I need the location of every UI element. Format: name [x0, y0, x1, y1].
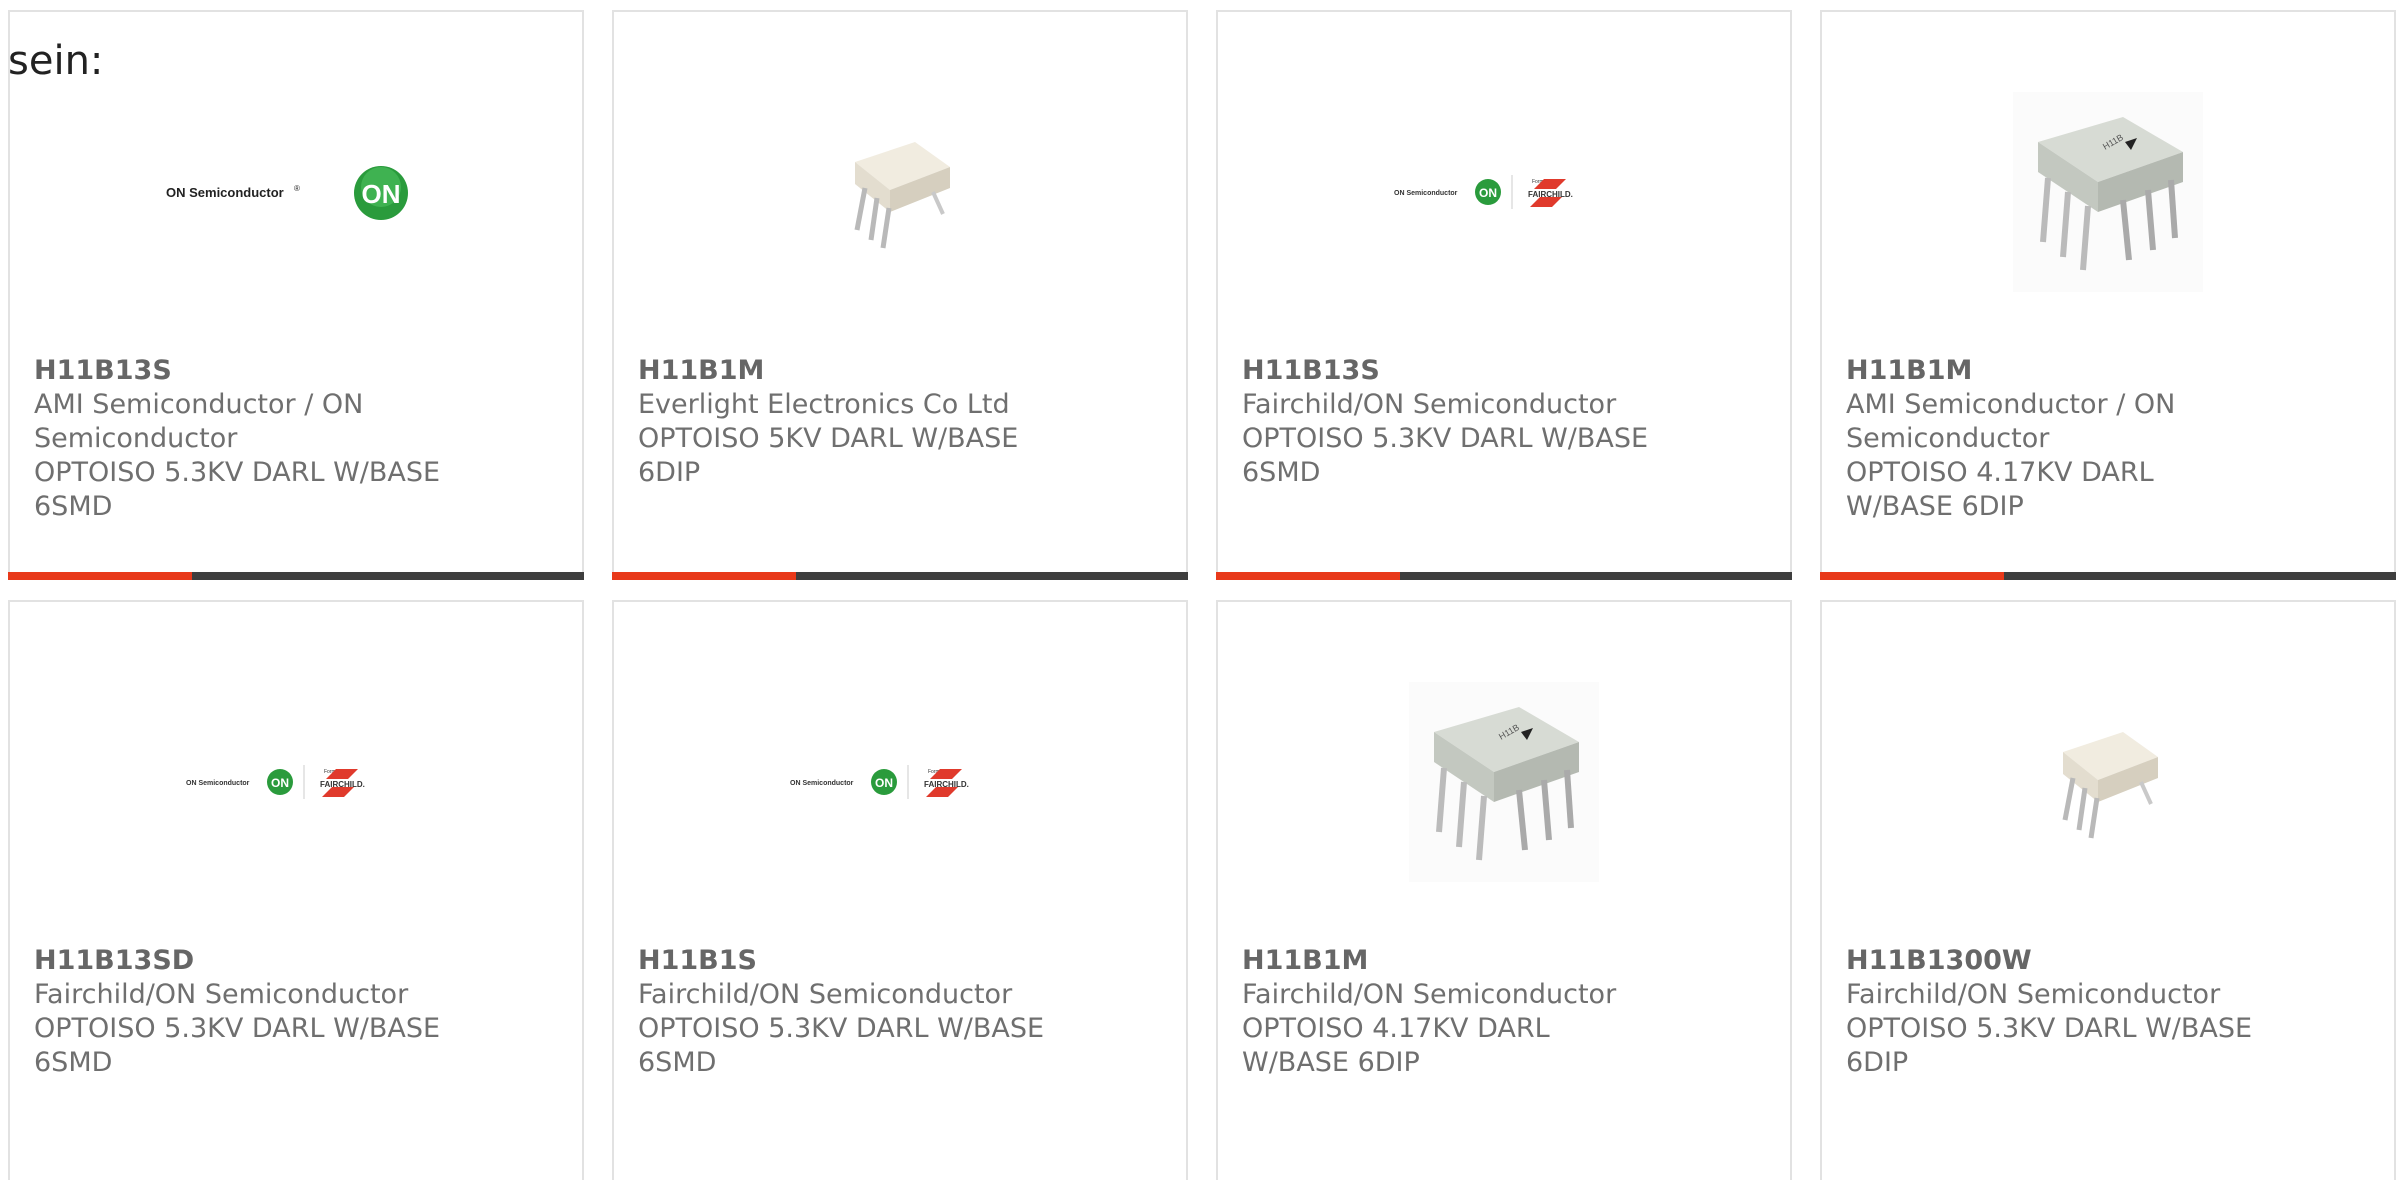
card-accent-bar — [612, 572, 1188, 580]
gray-dip-chip-icon: H11B — [1409, 682, 1599, 882]
product-image[interactable]: ON Semiconductor ON Formerly FAIRCHILD. — [10, 642, 582, 922]
card-accent-bar — [8, 572, 584, 580]
product-card[interactable]: H11B1M Everlight Electronics Co Ltd OPTO… — [612, 10, 1188, 580]
on-semi-logo-text: ON Semiconductor — [790, 780, 854, 787]
manufacturer: Fairchild/ON Semiconductor — [1846, 979, 2221, 1010]
product-card[interactable]: ON Semiconductor ON Formerly FAIRCHILD. … — [612, 600, 1188, 1180]
product-info: H11B13SD Fairchild/ON Semiconductor OPTO… — [34, 944, 454, 1080]
product-image[interactable]: H11B — [1822, 52, 2394, 332]
description: OPTOISO 4.17KV DARL W/BASE 6DIP — [1242, 1013, 1550, 1078]
card-accent-bar — [1216, 572, 1792, 580]
product-card[interactable]: H11B1300W Fairchild/ON Semiconductor OPT… — [1820, 600, 2396, 1180]
on-badge-text: ON — [362, 179, 401, 209]
white-dip-chip-icon — [854, 142, 950, 249]
on-semi-logo-icon: ON Semiconductor ® ON — [166, 166, 408, 220]
product-card[interactable]: H11B H11B1M Fairchild/ON Semiconductor O… — [1216, 600, 1792, 1180]
product-info: H11B1M AMI Semiconductor / ON Semiconduc… — [1846, 354, 2266, 524]
manufacturer: Fairchild/ON Semiconductor — [34, 979, 409, 1010]
product-info: H11B1300W Fairchild/ON Semiconductor OPT… — [1846, 944, 2266, 1080]
product-card[interactable]: ON Semiconductor ON Formerly FAIRCHILD. … — [1216, 10, 1792, 580]
product-info: H11B1M Fairchild/ON Semiconductor OPTOIS… — [1242, 944, 1662, 1080]
on-badge-text: ON — [271, 776, 289, 790]
product-info: H11B1M Everlight Electronics Co Ltd OPTO… — [638, 354, 1058, 490]
fairchild-text: FAIRCHILD. — [320, 780, 365, 789]
description: OPTOISO 5.3KV DARL W/BASE 6DIP — [1846, 1013, 2253, 1078]
svg-text:®: ® — [294, 184, 300, 193]
white-dip-chip-icon — [2062, 732, 2158, 839]
description: OPTOISO 4.17KV DARL W/BASE 6DIP — [1846, 457, 2154, 522]
manufacturer: Fairchild/ON Semiconductor — [638, 979, 1013, 1010]
on-semi-logo-text: ON Semiconductor — [186, 780, 250, 787]
manufacturer: AMI Semiconductor / ON Semiconductor — [1846, 389, 2176, 454]
product-image[interactable]: ON Semiconductor ON Formerly FAIRCHILD. — [614, 642, 1186, 922]
product-image[interactable]: ON Semiconductor ON Formerly FAIRCHILD. — [1218, 52, 1790, 332]
product-card[interactable]: H11B H11B1M AMI Semiconductor / ON Semic… — [1820, 10, 2396, 580]
part-number[interactable]: H11B1M — [1846, 354, 2266, 388]
on-fairchild-logo-icon: ON Semiconductor ON Formerly FAIRCHILD. — [1394, 175, 1573, 209]
on-badge-text: ON — [1479, 186, 1497, 200]
product-image[interactable] — [1822, 642, 2394, 922]
manufacturer: AMI Semiconductor / ON Semiconductor — [34, 389, 364, 454]
on-badge-text: ON — [875, 776, 893, 790]
part-number[interactable]: H11B1300W — [1846, 944, 2266, 978]
product-info: H11B13S AMI Semiconductor / ON Semicondu… — [34, 354, 454, 524]
product-image[interactable]: ON Semiconductor ® ON — [10, 52, 582, 332]
manufacturer: Fairchild/ON Semiconductor — [1242, 979, 1617, 1010]
product-info: H11B13S Fairchild/ON Semiconductor OPTOI… — [1242, 354, 1662, 490]
description: OPTOISO 5.3KV DARL W/BASE 6SMD — [1242, 423, 1649, 488]
prefix-text: sein: — [8, 38, 104, 84]
on-fairchild-logo-icon: ON Semiconductor ON Formerly FAIRCHILD. — [790, 765, 969, 799]
product-card[interactable]: ON Semiconductor ® ON H11B13S AMI Semico… — [8, 10, 584, 580]
fairchild-text: FAIRCHILD. — [1528, 190, 1573, 199]
description: OPTOISO 5.3KV DARL W/BASE 6SMD — [34, 1013, 441, 1078]
part-number[interactable]: H11B13S — [34, 354, 454, 388]
part-number[interactable]: H11B13S — [1242, 354, 1662, 388]
on-semi-logo-text: ON Semiconductor — [1394, 190, 1458, 197]
part-number[interactable]: H11B1M — [638, 354, 1058, 388]
description: OPTOISO 5.3KV DARL W/BASE 6SMD — [638, 1013, 1045, 1078]
part-number[interactable]: H11B1M — [1242, 944, 1662, 978]
manufacturer: Everlight Electronics Co Ltd — [638, 389, 1010, 420]
manufacturer: Fairchild/ON Semiconductor — [1242, 389, 1617, 420]
product-image[interactable] — [614, 52, 1186, 332]
description: OPTOISO 5.3KV DARL W/BASE 6SMD — [34, 457, 441, 522]
part-number[interactable]: H11B13SD — [34, 944, 454, 978]
gray-dip-chip-icon: H11B — [2013, 92, 2203, 292]
description: OPTOISO 5KV DARL W/BASE 6DIP — [638, 423, 1019, 488]
card-accent-bar — [1820, 572, 2396, 580]
product-image[interactable]: H11B — [1218, 642, 1790, 922]
part-number[interactable]: H11B1S — [638, 944, 1058, 978]
fairchild-text: FAIRCHILD. — [924, 780, 969, 789]
product-info: H11B1S Fairchild/ON Semiconductor OPTOIS… — [638, 944, 1058, 1080]
on-semi-logo-text: ON Semiconductor — [166, 185, 284, 200]
on-fairchild-logo-icon: ON Semiconductor ON Formerly FAIRCHILD. — [186, 765, 365, 799]
product-card[interactable]: ON Semiconductor ON Formerly FAIRCHILD. … — [8, 600, 584, 1180]
